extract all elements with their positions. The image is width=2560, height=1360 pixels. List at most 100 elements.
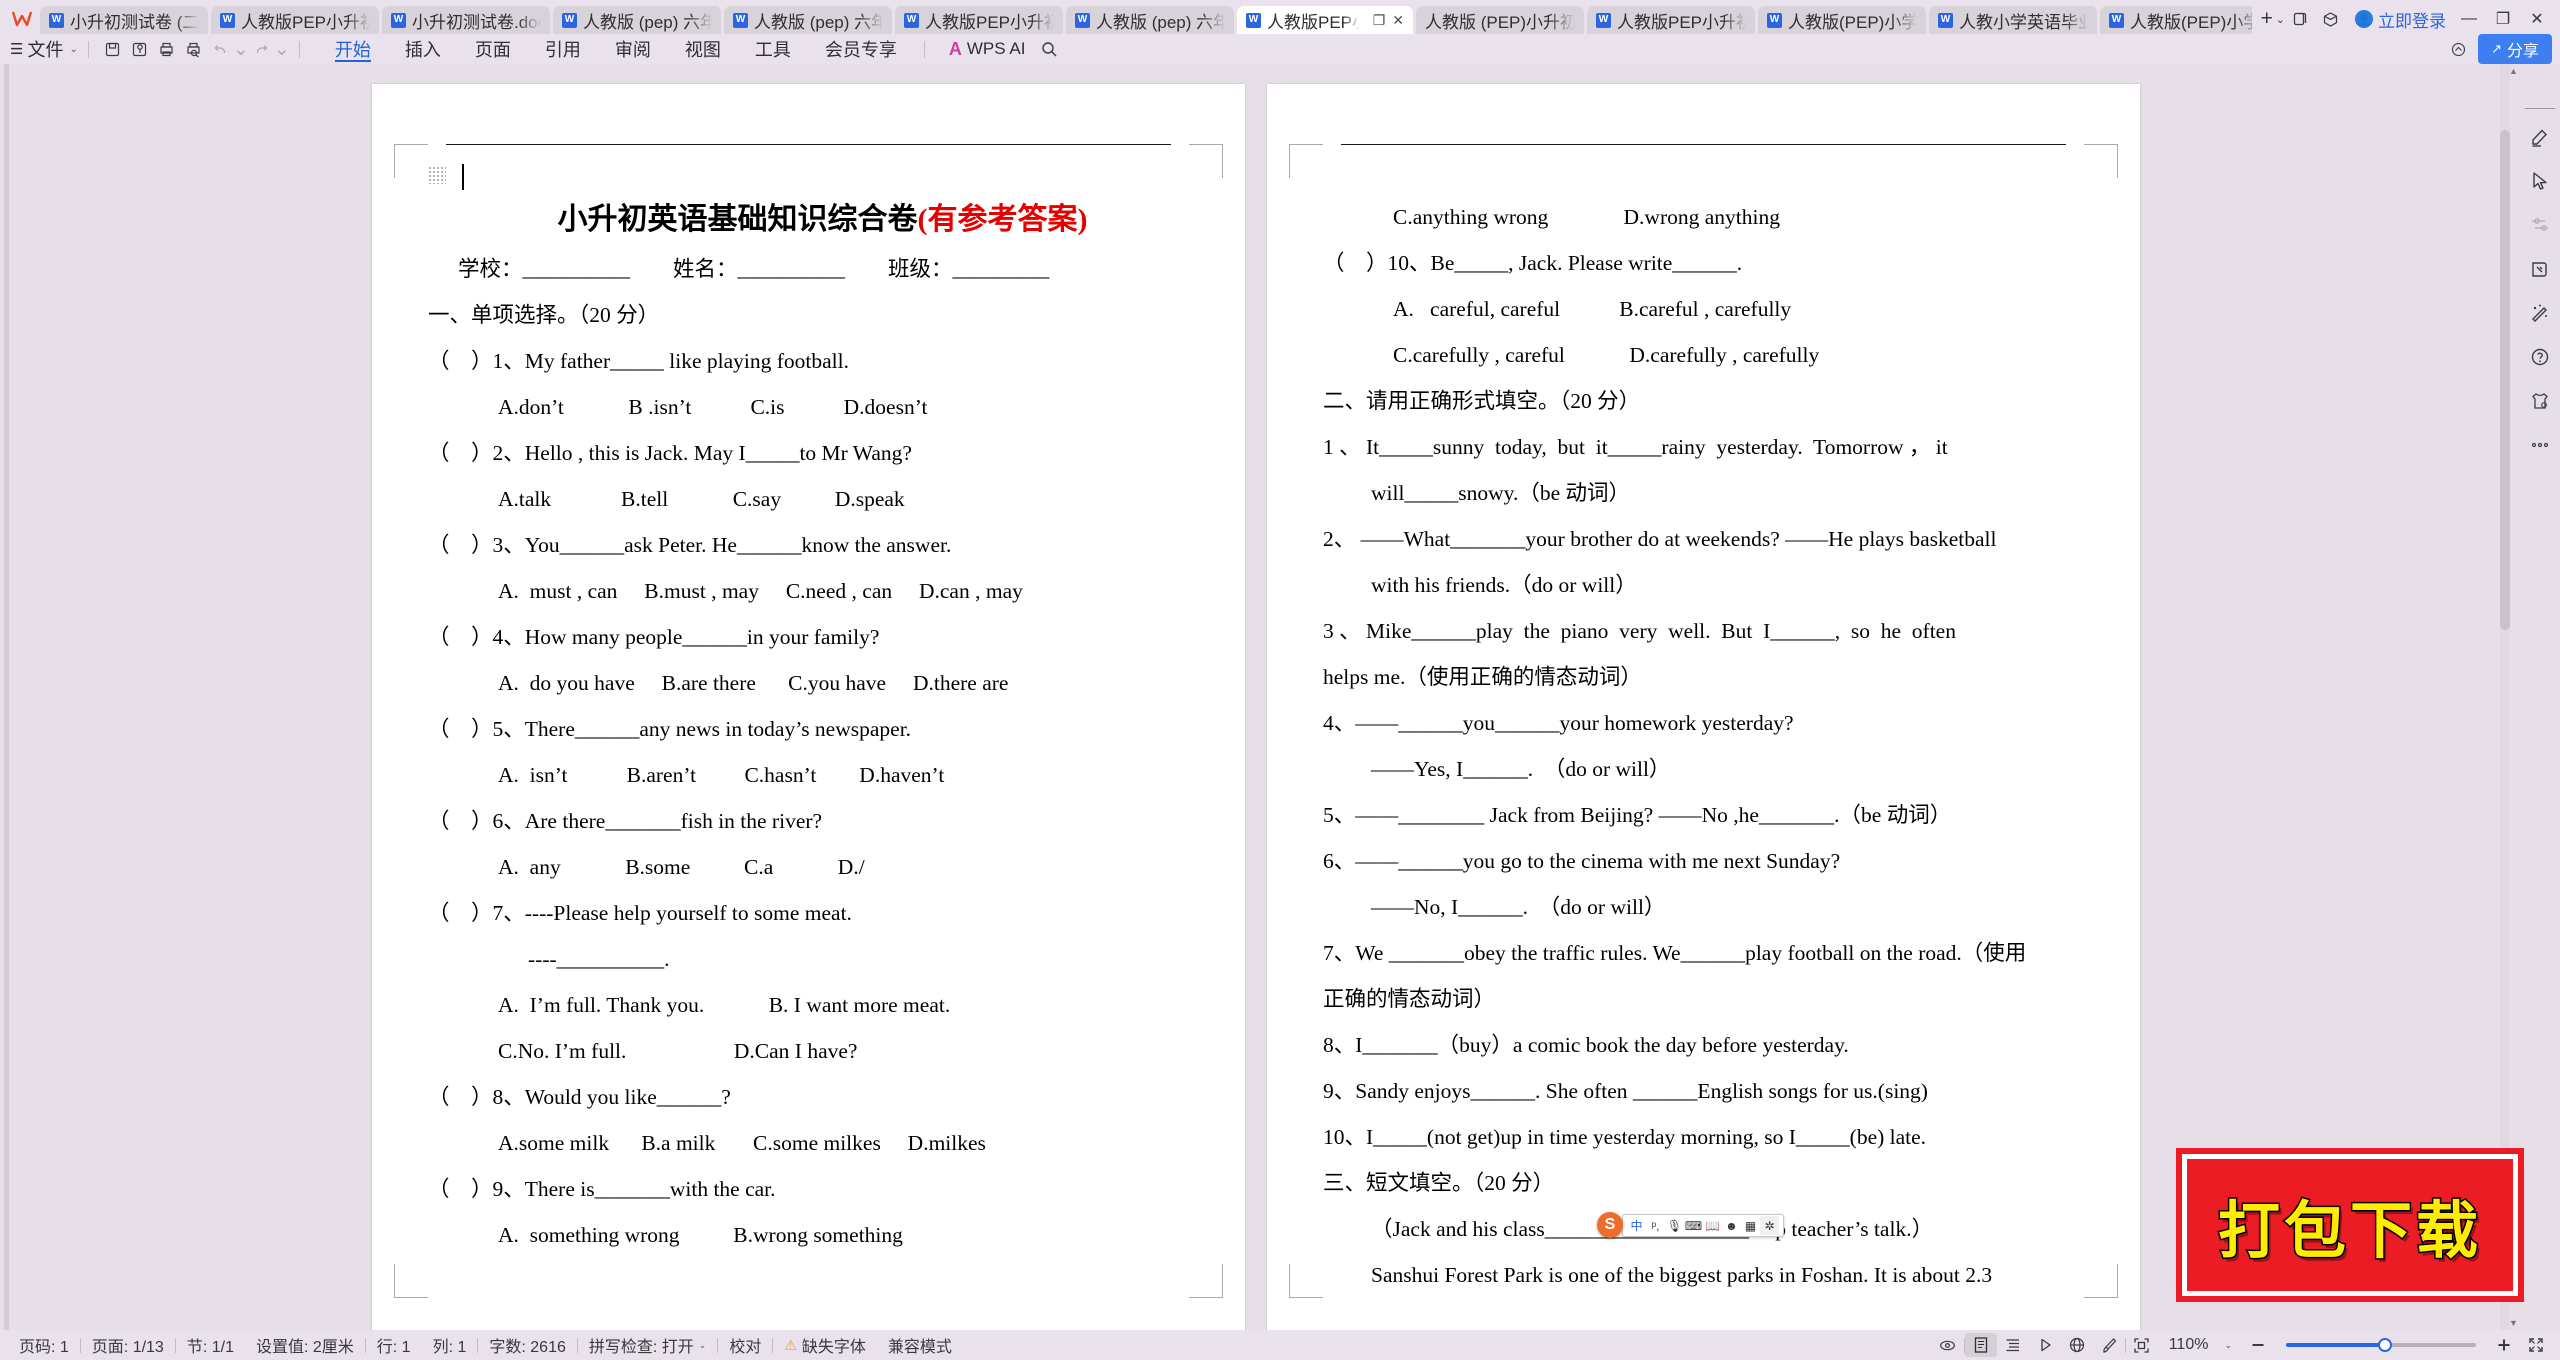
divider [923,40,925,58]
status-proofread[interactable]: 校对 [718,1333,772,1357]
more-icon[interactable] [2522,423,2558,467]
login-button[interactable]: 👤 立即登录 [2355,7,2446,32]
window-close-button[interactable]: ✕ [2520,5,2554,33]
ime-mode-chinese[interactable]: 中 [1627,1216,1646,1235]
paint-bucket-icon[interactable] [2522,247,2558,291]
doc-line: 正确的情态动词） [1323,987,1496,1011]
status-page-count[interactable]: 页面: 1/13 [81,1333,175,1357]
window-maximize-button[interactable]: ❐ [2486,5,2520,33]
wps-logo-icon[interactable] [4,4,40,34]
page-body-left[interactable]: 小升初英语基础知识综合卷(有参考答案) 学校：__________ 姓名：___… [428,164,1201,1258]
page-view-icon[interactable] [1964,1333,1997,1357]
wps-ai-button[interactable]: A WPS AI [949,39,1026,60]
book-icon[interactable]: 📖 [1703,1216,1722,1235]
document-tab[interactable]: W 人教版 (pep) 六年级 [553,6,721,34]
ribbon-tab-home[interactable]: 开始 [318,34,388,64]
zoom-out-button[interactable] [2242,1333,2274,1357]
cloud-sync-icon[interactable] [2315,5,2345,33]
ribbon-tab-reference[interactable]: 引用 [528,34,598,64]
zoom-level-label[interactable]: 110% [2158,1336,2220,1354]
read-view-icon[interactable] [2029,1333,2061,1357]
brush-icon[interactable] [2093,1333,2125,1357]
ime-floating-toolbar[interactable]: 中 ᵖ, 🎙 ⌨ 📖 ☻ ▦ ✲ [1622,1214,1784,1237]
scroll-up-arrow-icon[interactable]: ▲ [2509,66,2518,76]
status-page-number[interactable]: 页码: 1 [8,1333,80,1357]
pinyin-icon[interactable]: ᵖ, [1646,1216,1665,1235]
document-tab[interactable]: 人教版 (PEP)小升初-分 [1416,6,1584,34]
search-icon[interactable] [1035,37,1062,61]
scrollbar-thumb[interactable] [2500,130,2510,630]
document-tab[interactable]: W 人教版PEP小升初英语 [895,6,1063,34]
tab-close-icon[interactable]: ✕ [1392,13,1404,27]
undo-dropdown-icon[interactable]: ⌄ [233,37,249,61]
status-spellcheck[interactable]: 拼写检查: 打开 ⌄ [578,1333,717,1357]
ribbon-tab-tools[interactable]: 工具 [738,34,808,64]
mic-icon[interactable]: 🎙 [1665,1216,1684,1235]
file-menu-button[interactable]: ☰ 文件 ⌄ [10,36,78,62]
fullscreen-icon[interactable] [2520,1333,2552,1357]
document-tab-active[interactable]: W 人教版PEP小升初 ❐ ✕ [1237,6,1413,34]
zoom-in-button[interactable] [2488,1333,2520,1357]
status-compat-mode[interactable]: 兼容模式 [877,1333,963,1357]
help-icon[interactable] [2522,335,2558,379]
status-word-count[interactable]: 字数: 2616 [478,1333,577,1357]
page-body-right[interactable]: C.anything wrong D.wrong anything （ ）10、… [1323,164,2096,1298]
status-missing-font[interactable]: ⚠ 缺失字体 [773,1333,877,1357]
zoom-dropdown-icon[interactable]: ⌄ [2224,1340,2232,1351]
status-column[interactable]: 列: 1 [422,1333,478,1357]
cursor-select-icon[interactable] [2522,159,2558,203]
grid-icon[interactable]: ▦ [1741,1216,1760,1235]
document-page-left[interactable]: 小升初英语基础知识综合卷(有参考答案) 学校：__________ 姓名：___… [372,84,1245,1330]
document-tab[interactable]: W 人教版(PEP)小学英语小 [2100,6,2252,34]
document-tab[interactable]: W 人教版PEP小升初英语 [211,6,379,34]
focus-icon[interactable] [2126,1333,2158,1357]
ribbon-tab-view[interactable]: 视图 [668,34,738,64]
zoom-slider[interactable] [2286,1338,2476,1352]
ribbon-tab-page[interactable]: 页面 [458,34,528,64]
ribbon-tab-insert[interactable]: 插入 [388,34,458,64]
document-tab[interactable]: W 人教小学英语毕业升学 [1929,6,2097,34]
magic-wand-icon[interactable] [2522,291,2558,335]
keyboard-icon[interactable]: ⌨ [1684,1216,1703,1235]
scroll-down-arrow-icon[interactable]: ▼ [2509,1318,2518,1328]
window-minimize-button[interactable]: — [2452,5,2486,33]
ribbon-tab-review[interactable]: 审阅 [598,34,668,64]
redo-icon[interactable] [248,37,275,61]
tshirt-skin-icon[interactable] [2522,379,2558,423]
smiley-icon[interactable]: ☻ [1722,1216,1741,1235]
vertical-scrollbar[interactable]: ▲ ▼ [2500,64,2518,1330]
redo-dropdown-icon[interactable]: ⌄ [274,37,290,61]
save-icon[interactable] [99,37,126,61]
document-tab[interactable]: W 人教版 (pep) 六年级 [724,6,892,34]
document-page-right[interactable]: C.anything wrong D.wrong anything （ ）10、… [1267,84,2140,1330]
outline-view-icon[interactable] [1997,1333,2029,1357]
document-tab[interactable]: W 人教版PEP小升初英语 [1587,6,1755,34]
status-setting-value[interactable]: 设置值: 2厘米 [245,1333,365,1357]
chevron-down-icon: ⌄ [69,43,78,55]
zoom-slider-knob[interactable] [2378,1338,2392,1352]
tab-list-icon[interactable] [2285,5,2315,33]
document-tab[interactable]: W 人教版(PEP)小学英语小 [1758,6,1926,34]
eye-icon[interactable] [1932,1333,1964,1357]
slider-settings-icon[interactable] [2522,203,2558,247]
document-tab[interactable]: W 小升初测试卷 (二) .d [40,6,208,34]
web-view-icon[interactable] [2061,1333,2093,1357]
gear-icon[interactable]: ✲ [1760,1216,1779,1235]
document-scroll-area[interactable]: 小升初英语基础知识综合卷(有参考答案) 学校：__________ 姓名：___… [22,64,2490,1330]
save-as-icon[interactable] [126,37,153,61]
document-tab[interactable]: W 小升初测试卷.doc [382,6,550,34]
new-tab-dropdown-icon[interactable]: ⌄ [2276,13,2285,26]
undo-icon[interactable] [207,37,234,61]
document-tab[interactable]: W 人教版 (pep) 六年级 [1066,6,1234,34]
status-section[interactable]: 节: 1/1 [176,1333,245,1357]
status-row[interactable]: 行: 1 [366,1333,422,1357]
tab-restore-icon[interactable]: ❐ [1373,13,1386,27]
pen-icon[interactable] [2522,115,2558,159]
ime-sogou-badge[interactable]: S [1597,1212,1623,1238]
paragraph-handle-icon[interactable] [428,166,446,184]
share-button[interactable]: ↗ 分享 [2478,34,2552,64]
print-icon[interactable] [153,37,180,61]
ribbon-tab-member[interactable]: 会员专享 [808,34,914,64]
print-preview-icon[interactable] [180,37,207,61]
collapse-ribbon-icon[interactable] [2445,37,2472,61]
